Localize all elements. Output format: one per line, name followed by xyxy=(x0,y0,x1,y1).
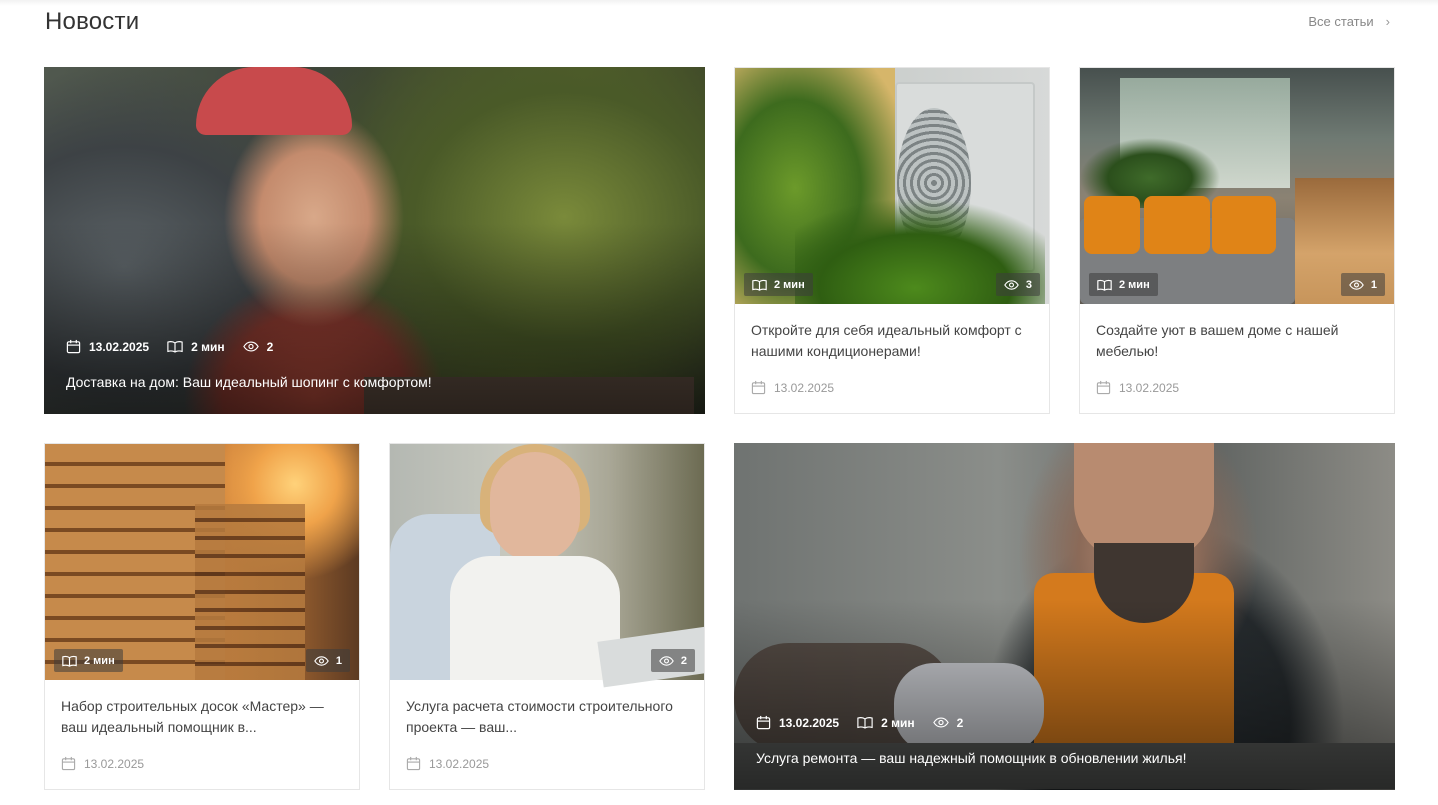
eye-icon xyxy=(314,655,329,666)
card-read-time: 2 мин xyxy=(774,278,805,291)
card-date-row: 13.02.2025 xyxy=(751,380,834,395)
news-card[interactable]: 2 мин 3 Откройте для себя идеальный комф… xyxy=(734,67,1050,414)
card-image xyxy=(1080,68,1394,304)
views-badge: 1 xyxy=(1340,273,1385,296)
meta-views: 2 xyxy=(242,339,274,354)
all-articles-label: Все статьи xyxy=(1308,14,1374,29)
card-date-row: 13.02.2025 xyxy=(61,756,144,771)
eye-icon xyxy=(659,655,674,666)
meta-read-time: 2 мин xyxy=(167,340,225,354)
book-icon xyxy=(752,279,767,291)
news-card[interactable]: 2 мин 1 Создайте уют в вашем доме с наше… xyxy=(1079,67,1395,414)
card-views: 1 xyxy=(335,654,342,667)
calendar-icon xyxy=(756,715,771,730)
news-card-featured[interactable]: 13.02.2025 2 мин 2 Доставка на дом: Ваш … xyxy=(44,67,705,414)
meta-read-time: 2 мин xyxy=(857,716,915,730)
card-title[interactable]: Откройте для себя идеальный комфорт с на… xyxy=(751,320,1033,362)
meta-date: 13.02.2025 xyxy=(756,715,839,730)
views-badge: 3 xyxy=(995,273,1040,296)
all-articles-link[interactable]: Все статьи › xyxy=(1308,14,1390,29)
chevron-right-icon: › xyxy=(1385,14,1390,29)
book-icon xyxy=(857,717,873,729)
read-time-badge: 2 мин xyxy=(1089,273,1158,296)
read-time-badge: 2 мин xyxy=(54,649,123,672)
card-image xyxy=(45,444,359,680)
card-date: 13.02.2025 xyxy=(779,715,840,730)
card-views: 1 xyxy=(1370,278,1377,291)
card-read-time: 2 мин xyxy=(191,339,225,354)
card-date: 13.02.2025 xyxy=(1119,380,1180,395)
calendar-icon xyxy=(406,756,421,771)
calendar-icon xyxy=(66,339,81,354)
card-meta: 13.02.2025 2 мин 2 xyxy=(756,715,963,730)
card-title[interactable]: Доставка на дом: Ваш идеальный шопинг с … xyxy=(66,374,683,390)
card-date: 13.02.2025 xyxy=(89,339,150,354)
calendar-icon xyxy=(751,380,766,395)
eye-icon xyxy=(932,717,949,728)
top-shadow-line xyxy=(0,0,1438,6)
card-date-row: 13.02.2025 xyxy=(406,756,489,771)
news-card[interactable]: 2 мин 1 Набор строительных досок «Мастер… xyxy=(44,443,360,790)
card-read-time: 2 мин xyxy=(84,654,115,667)
eye-icon xyxy=(242,341,259,352)
card-title[interactable]: Создайте уют в вашем доме с нашей мебель… xyxy=(1096,320,1378,362)
card-views: 2 xyxy=(266,339,274,354)
card-title[interactable]: Услуга расчета стоимости строительного п… xyxy=(406,696,688,738)
card-title[interactable]: Услуга ремонта — ваш надежный помощник в… xyxy=(756,750,1373,766)
card-meta: 13.02.2025 2 мин 2 xyxy=(66,339,273,354)
card-date: 13.02.2025 xyxy=(429,756,490,771)
news-card-featured[interactable]: 13.02.2025 2 мин 2 Услуга ремонта — ваш … xyxy=(734,443,1395,790)
section-title: Новости xyxy=(45,8,140,35)
card-views: 2 xyxy=(680,654,687,667)
card-date: 13.02.2025 xyxy=(84,756,145,771)
book-icon xyxy=(62,655,77,667)
read-time-badge: 2 мин xyxy=(744,273,813,296)
meta-views: 2 xyxy=(932,715,964,730)
news-card[interactable]: 2 Услуга расчета стоимости строительного… xyxy=(389,443,705,790)
card-image xyxy=(735,68,1049,304)
eye-icon xyxy=(1004,279,1019,290)
card-read-time: 2 мин xyxy=(881,715,915,730)
views-badge: 1 xyxy=(305,649,350,672)
calendar-icon xyxy=(61,756,76,771)
book-icon xyxy=(167,341,183,353)
card-views: 2 xyxy=(956,715,964,730)
book-icon xyxy=(1097,279,1112,291)
card-date: 13.02.2025 xyxy=(774,380,835,395)
views-badge: 2 xyxy=(650,649,695,672)
meta-date: 13.02.2025 xyxy=(66,339,149,354)
card-image xyxy=(390,444,704,688)
card-views: 3 xyxy=(1025,278,1032,291)
eye-icon xyxy=(1349,279,1364,290)
card-title[interactable]: Набор строительных досок «Мастер» — ваш … xyxy=(61,696,343,738)
calendar-icon xyxy=(1096,380,1111,395)
card-date-row: 13.02.2025 xyxy=(1096,380,1179,395)
card-read-time: 2 мин xyxy=(1119,278,1150,291)
